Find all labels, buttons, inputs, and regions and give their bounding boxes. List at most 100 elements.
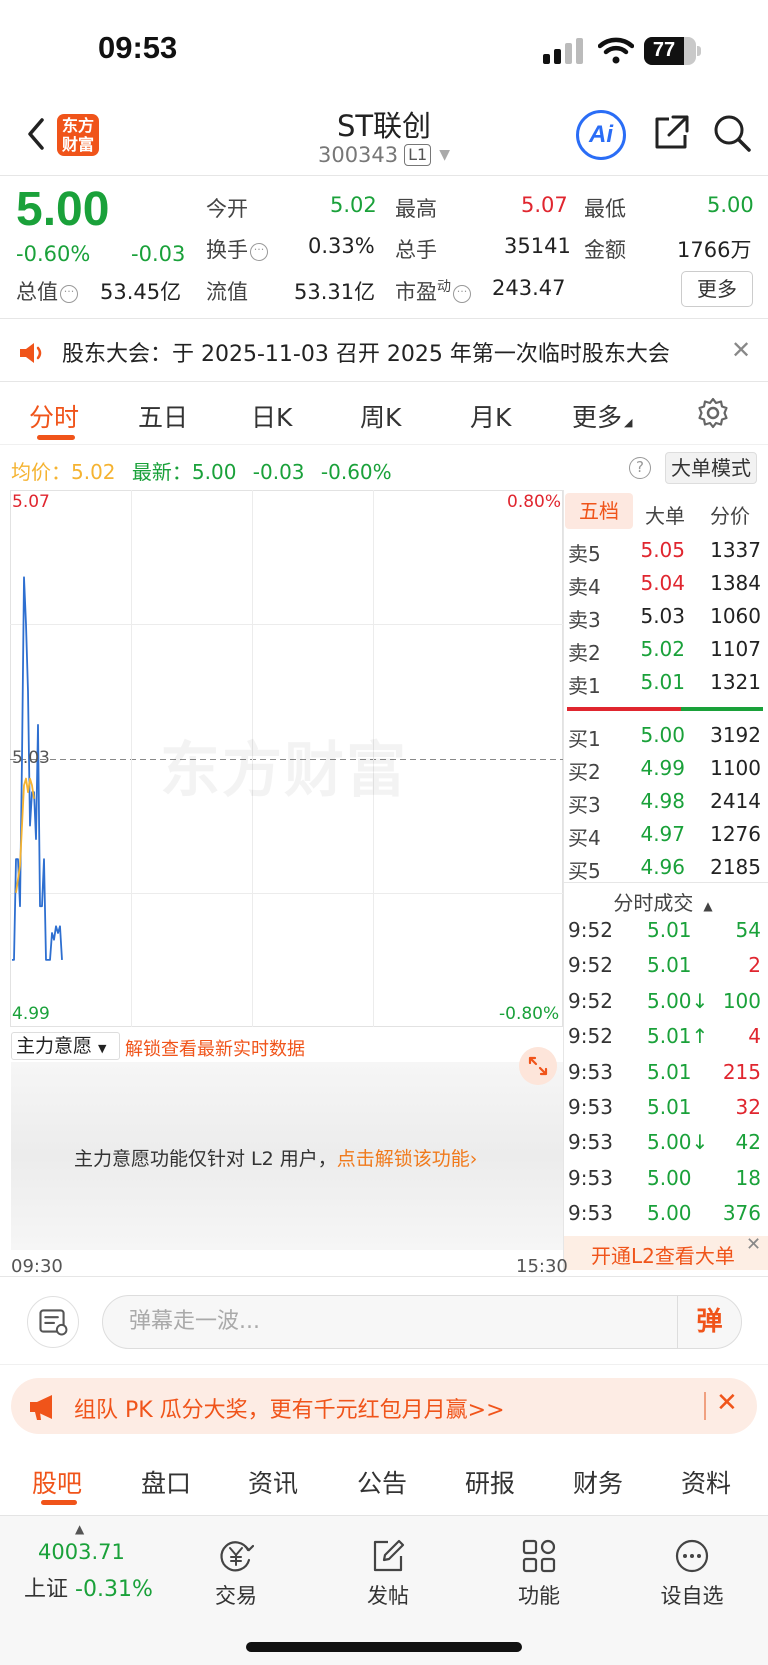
promo-text[interactable]: 组队 PK 瓜分大奖，更有千元红包月月赢>> [74,1392,505,1424]
level-label: 买1 [568,727,601,751]
mktcap-value: 53.45亿 [100,280,182,304]
turnover-value: 0.33% [308,234,375,258]
amount-value: 1766万 [677,238,752,262]
tab-daily-k[interactable]: 日K [251,398,292,434]
tab-price-dist[interactable]: 分价 [710,500,750,529]
help-icon[interactable]: ? [629,457,651,479]
index-name[interactable]: 上证 -0.31% [24,1571,153,1603]
close-icon[interactable]: ✕ [731,336,751,364]
megaphone-icon [30,1395,52,1420]
tab-more[interactable]: 更多 ◢ [572,398,632,434]
index-name-text: 上证 [24,1577,69,1602]
tab-finance[interactable]: 财务 [573,1464,623,1500]
level-label: 卖5 [568,542,601,566]
expand-icon[interactable] [519,1047,557,1085]
current-price: 5.00 [16,183,110,236]
tab-weekly-k[interactable]: 周K [360,398,401,434]
y-mid-label: 5.03 [12,748,50,768]
pe-value: 243.47 [492,276,566,300]
level-price: 4.96 [640,855,685,879]
tick-time: 9:53 [568,1059,613,1084]
main-force-message: 主力意愿功能仅针对 L2 用户，点击解锁该功能› [74,1144,477,1171]
unlock-feature-link[interactable]: 点击解锁该功能 [337,1148,470,1170]
turnover-label[interactable]: 换手 ··· [206,234,268,264]
mktcap-label[interactable]: 总值 ··· [16,276,78,306]
tick-time: 9:53 [568,1165,613,1190]
avg-label: 均价： [11,460,71,484]
level-label: 卖4 [568,575,601,599]
gear-icon[interactable] [697,397,729,429]
bid-row[interactable]: 买3 4.98 2414 [565,789,761,819]
tab-five-day[interactable]: 五日 [138,398,188,434]
divider [704,1392,706,1420]
pe-label[interactable]: 市盈动 ··· [395,276,471,306]
tab-monthly-k[interactable]: 月K [470,398,511,434]
more-button[interactable]: 更多 [681,271,753,307]
search-icon[interactable] [712,113,752,153]
pct-bottom-label: -0.80% [499,1004,560,1024]
danmu-button[interactable]: 弹 [677,1296,741,1348]
notice-text[interactable]: 股东大会：于 2025-11-03 召开 2025 年第一次临时股东大会 [62,336,670,368]
stock-code: 300343 [317,143,399,167]
level-label: 买4 [568,826,601,850]
close-icon[interactable]: ✕ [746,1234,761,1255]
time-start-label: 09:30 [11,1256,63,1277]
info-icon: ··· [453,285,471,303]
tick-volume: 215 [722,1059,761,1084]
ai-assistant-button[interactable]: Ai [576,110,626,160]
ask-row[interactable]: 卖1 5.01 1321 [565,670,761,700]
tab-five-levels[interactable]: 五档 [565,493,633,529]
buy-sell-ratio-bar [567,707,763,711]
trade-tick-row: 9:52 5.01 54 [565,918,761,948]
tab-forum[interactable]: 股吧 [32,1464,82,1500]
big-order-mode-button[interactable]: 大单模式 [665,452,757,484]
index-value[interactable]: 4003.71 [38,1540,125,1564]
high-value: 5.07 [521,193,568,217]
tab-profile[interactable]: 资料 [681,1464,731,1500]
ask-row[interactable]: 卖4 5.04 1384 [565,571,761,601]
tab-research[interactable]: 研报 [465,1464,515,1500]
tick-price: 5.00↓ [647,988,709,1013]
bid-row[interactable]: 买2 4.99 1100 [565,756,761,786]
level-price: 4.99 [640,756,685,780]
avg-price: 5.02 [71,460,116,484]
tab-news[interactable]: 资讯 [248,1464,298,1500]
home-indicator [246,1642,522,1652]
low-label: 最低 [584,197,626,221]
comment-settings-icon[interactable] [27,1296,79,1348]
trade-tick-row: 9:53 5.00 18 [565,1166,761,1196]
level-label: 买2 [568,760,601,784]
unlock-realtime-link[interactable]: 解锁查看最新实时数据 [125,1035,305,1061]
tab-announcements[interactable]: 公告 [357,1464,407,1500]
level-volume: 1060 [710,604,761,628]
level-label: 买5 [568,859,601,883]
ask-row[interactable]: 卖3 5.03 1060 [565,604,761,634]
tick-price: 5.01 [647,1095,692,1119]
tick-volume: 18 [735,1165,761,1190]
main-force-select[interactable]: 主力意愿 ▼ [11,1032,120,1060]
time-end-label: 15:30 [516,1256,568,1277]
tab-intraday[interactable]: 分时 [29,398,79,434]
level-price: 5.01 [640,670,685,694]
tab-orderbook[interactable]: 盘口 [141,1464,191,1500]
share-icon[interactable] [651,113,691,153]
open-label: 今开 [206,197,248,221]
level-volume: 1107 [710,637,761,661]
level-badge: L1 [404,144,432,166]
high-label: 最高 [395,197,437,221]
change-value: -0.03 [131,242,186,266]
caret-up-icon: ▲ [75,1522,85,1536]
main-force-text: 主力意愿功能仅针对 L2 用户， [74,1148,337,1170]
ticks-title[interactable]: 分时成交 ▲ [565,887,761,916]
l2-banner-text[interactable]: 开通L2查看大单 [591,1240,735,1269]
bid-row[interactable]: 买4 4.97 1276 [565,822,761,852]
ask-row[interactable]: 卖2 5.02 1107 [565,637,761,667]
watermark: 东方财富 [160,722,408,809]
ask-row[interactable]: 卖5 5.05 1337 [565,538,761,568]
tab-big-orders[interactable]: 大单 [645,500,685,529]
danmu-input[interactable]: 弹幕走一波... [102,1295,742,1349]
close-icon[interactable]: ✕ [716,1388,738,1418]
bid-row[interactable]: 买1 5.00 3192 [565,723,761,753]
level-label: 卖2 [568,641,601,665]
bid-row[interactable]: 买5 4.96 2185 [565,855,761,885]
